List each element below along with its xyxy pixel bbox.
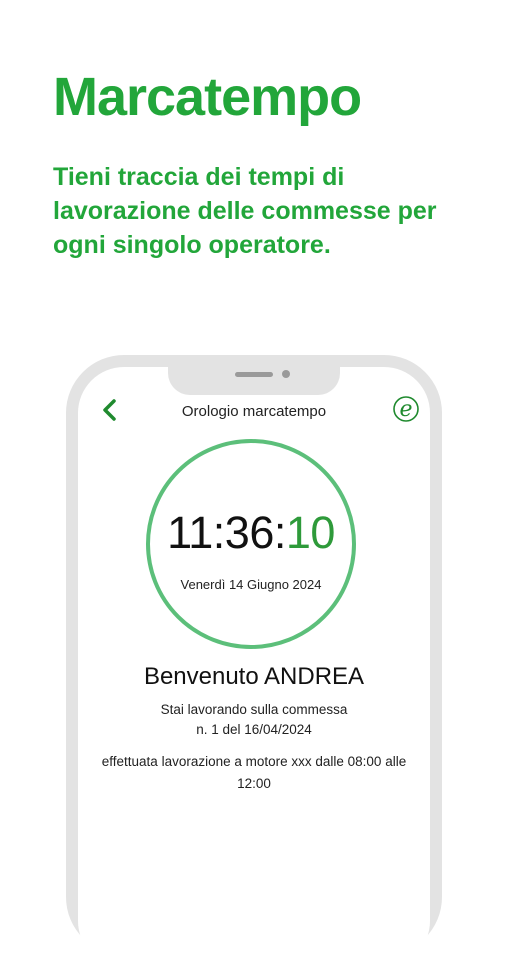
clock-date: Venerdì 14 Giugno 2024: [180, 577, 322, 592]
promo-subtitle: Tieni traccia dei tempi di lavorazione d…: [53, 163, 437, 259]
phone-mockup: Orologio marcatempo e 11:36:10 Venerdì 1…: [66, 355, 442, 967]
phone-notch: [168, 367, 340, 395]
clock-seconds: 10: [285, 507, 336, 558]
svg-text:e: e: [399, 397, 412, 422]
current-job-line2: n. 1 del 16/04/2024: [196, 722, 312, 737]
phone-screen: Orologio marcatempo e 11:36:10 Venerdì 1…: [78, 367, 430, 967]
clock-time: 11:36:10: [150, 507, 352, 559]
camera-dot: [282, 370, 290, 378]
job-note: effettuata lavorazione a motore xxx dall…: [101, 754, 407, 791]
welcome-message: Benvenuto ANDREA: [143, 663, 365, 690]
clock-ring: 11:36:10 Venerdì 14 Giugno 2024: [146, 439, 356, 649]
speaker-grille: [235, 372, 273, 377]
promo-headline: Marcatempo: [53, 67, 362, 127]
e-logo-icon: e: [393, 396, 419, 422]
current-job-line1: Stai lavorando sulla commessa: [160, 702, 348, 717]
current-job-info: Stai lavorando sulla commessa n. 1 del 1…: [78, 700, 430, 740]
clock-hours-minutes: 11:36:: [167, 507, 286, 558]
screen-title: Orologio marcatempo: [181, 403, 327, 420]
